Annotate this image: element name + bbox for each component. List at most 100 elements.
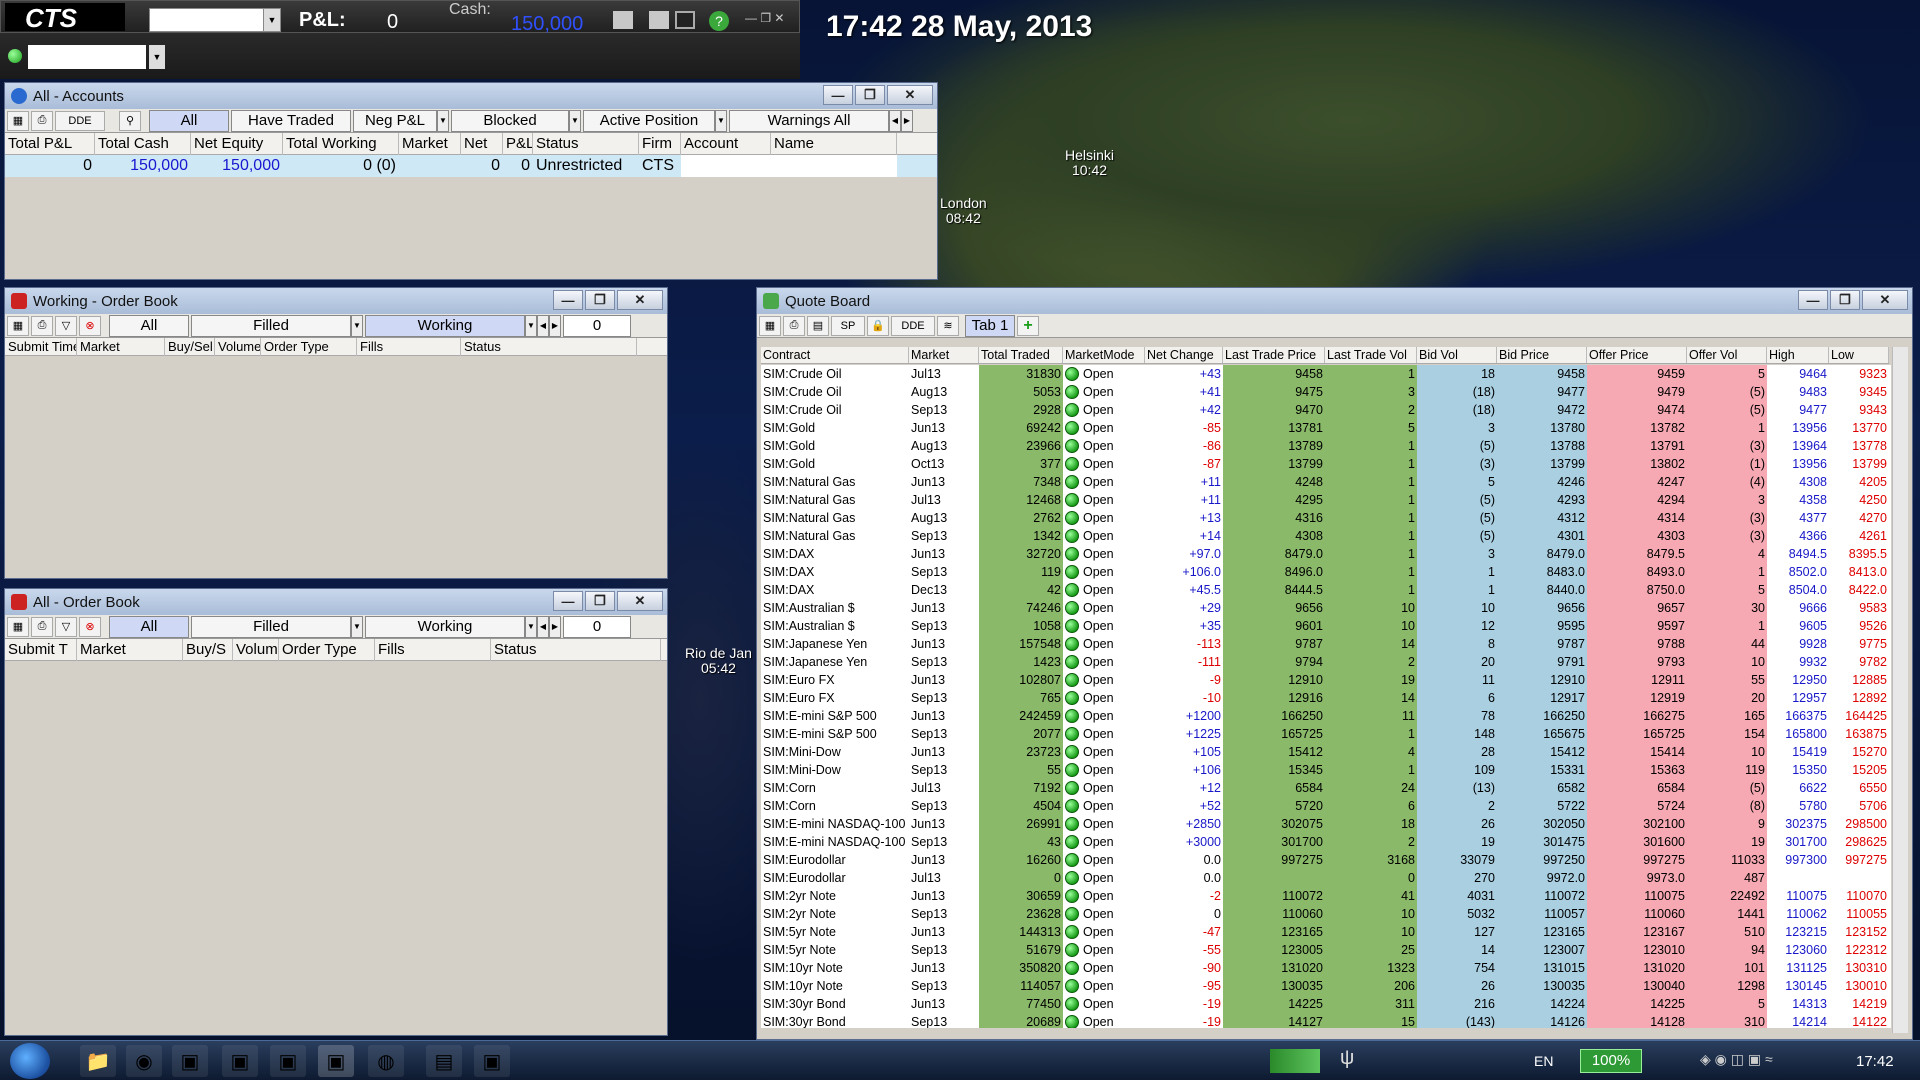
quote-row[interactable]: SIM:30yr Bond Sep13 20689 Open -19 14127 15 (14… bbox=[761, 1013, 1891, 1028]
quote-row[interactable]: SIM:Australian $ Jun13 74246 Open +29 9656 10 1… bbox=[761, 599, 1891, 617]
binoculars-icon[interactable]: ⚲ bbox=[119, 110, 141, 131]
tab-1[interactable]: Tab 1 bbox=[965, 314, 1015, 337]
tray-icons[interactable]: ◈ ◉ ◫ ▣ ≈ bbox=[1700, 1051, 1773, 1068]
layout-icon[interactable]: ▦ bbox=[759, 315, 781, 336]
dde-button[interactable]: DDE bbox=[891, 315, 935, 336]
quote-row[interactable]: SIM:10yr Note Sep13 114057 Open -95 130035 206… bbox=[761, 977, 1891, 995]
scroll-right-icon[interactable]: ▶ bbox=[549, 615, 561, 638]
col-market[interactable]: Market bbox=[77, 638, 183, 661]
working-dropdown[interactable]: ▼ bbox=[525, 615, 537, 638]
quote-row[interactable]: SIM:Crude Oil Aug13 5053 Open +41 9475 3 (18) 94… bbox=[761, 383, 1891, 401]
start-button[interactable] bbox=[10, 1043, 50, 1079]
col-low[interactable]: Low bbox=[1829, 347, 1889, 363]
quote-row[interactable]: SIM:Eurodollar Jun13 16260 Open 0.0 997275 316… bbox=[761, 851, 1891, 869]
quote-row[interactable]: SIM:Crude Oil Sep13 2928 Open +42 9470 2 (18) 94… bbox=[761, 401, 1891, 419]
print-icon[interactable]: ⎙ bbox=[31, 315, 53, 336]
quote-row[interactable]: SIM:Mini-Dow Jun13 23723 Open +105 15412 4 28 15… bbox=[761, 743, 1891, 761]
quote-row[interactable]: SIM:Euro FX Sep13 765 Open -10 12916 14 6 12917 1… bbox=[761, 689, 1891, 707]
quote-row[interactable]: SIM:E-mini NASDAQ-100 Jun13 26991 Open +2850… bbox=[761, 815, 1891, 833]
maximize-button[interactable]: ❐ bbox=[585, 591, 615, 611]
col-last-trade-vol[interactable]: Last Trade Vol bbox=[1325, 347, 1417, 363]
active-position-dropdown[interactable]: ▼ bbox=[715, 109, 727, 132]
quote-row[interactable]: SIM:DAX Dec13 42 Open +45.5 8444.5 1 1 8440.0 875… bbox=[761, 581, 1891, 599]
dde-button[interactable]: DDE bbox=[55, 110, 105, 131]
symbol-input[interactable] bbox=[28, 45, 146, 69]
battery-indicator[interactable]: 100% bbox=[1580, 1049, 1642, 1073]
window-controls[interactable]: — ❐ ✕ bbox=[745, 11, 784, 25]
minimize-button[interactable]: — bbox=[553, 591, 583, 611]
maximize-button[interactable]: ❐ bbox=[585, 290, 615, 310]
print-icon[interactable]: ⎙ bbox=[31, 616, 53, 637]
col-net-change[interactable]: Net Change bbox=[1145, 347, 1223, 363]
col-market-mode[interactable]: MarketMode bbox=[1063, 347, 1145, 363]
minimize-button[interactable]: — bbox=[1798, 290, 1828, 310]
col-net-equity[interactable]: Net Equity bbox=[191, 132, 283, 155]
col-order-type[interactable]: Order Type bbox=[279, 638, 375, 661]
quote-row[interactable]: SIM:2yr Note Jun13 30659 Open -2 110072 41 4031… bbox=[761, 887, 1891, 905]
tab-warnings-all[interactable]: Warnings All bbox=[729, 109, 889, 132]
tab-have-traded[interactable]: Have Traded bbox=[231, 109, 351, 132]
quote-row[interactable]: SIM:E-mini NASDAQ-100 Sep13 43 Open +3000 301… bbox=[761, 833, 1891, 851]
col-offer-price[interactable]: Offer Price bbox=[1587, 347, 1687, 363]
tab-blocked[interactable]: Blocked bbox=[451, 109, 569, 132]
quote-row[interactable]: SIM:Natural Gas Jul13 12468 Open +11 4295 1 (5)… bbox=[761, 491, 1891, 509]
close-button[interactable]: ✕ bbox=[887, 85, 933, 105]
layout-icon[interactable]: ▦ bbox=[7, 616, 29, 637]
quote-row[interactable]: SIM:30yr Bond Jun13 77450 Open -19 14225 311 21… bbox=[761, 995, 1891, 1013]
filter-icon[interactable]: ▽ bbox=[55, 315, 77, 336]
cancel-all-icon[interactable]: ⊗ bbox=[79, 315, 101, 336]
col-bid-price[interactable]: Bid Price bbox=[1497, 347, 1587, 363]
quote-row[interactable]: SIM:E-mini S&P 500 Jun13 242459 Open +1200 16… bbox=[761, 707, 1891, 725]
print-icon[interactable]: ⎙ bbox=[31, 110, 53, 131]
account-select-dropdown[interactable]: ▼ bbox=[263, 8, 281, 32]
tab-neg-pl[interactable]: Neg P&L bbox=[353, 109, 437, 132]
close-button[interactable]: ✕ bbox=[1862, 290, 1908, 310]
tab-all[interactable]: All bbox=[149, 109, 229, 132]
add-tab-icon[interactable]: + bbox=[1017, 315, 1039, 336]
cts-app-icon[interactable]: ▣ bbox=[318, 1045, 354, 1077]
close-button[interactable]: ✕ bbox=[617, 290, 663, 310]
quote-row[interactable]: SIM:Mini-Dow Sep13 55 Open +106 15345 1 109 1533… bbox=[761, 761, 1891, 779]
layout-icon[interactable]: ▦ bbox=[7, 110, 29, 131]
col-fills[interactable]: Fills bbox=[357, 337, 461, 356]
quote-row[interactable]: SIM:Gold Jun13 69242 Open -85 13781 5 3 13780 137… bbox=[761, 419, 1891, 437]
app-icon[interactable]: ▣ bbox=[474, 1045, 510, 1077]
tab-working[interactable]: Working bbox=[365, 314, 525, 337]
scroll-left-icon[interactable]: ◀ bbox=[537, 314, 549, 337]
globe-icon[interactable]: ◍ bbox=[368, 1045, 404, 1077]
col-market[interactable]: Market bbox=[77, 337, 165, 356]
scroll-left-icon[interactable]: ◀ bbox=[537, 615, 549, 638]
layout-icon[interactable]: ▦ bbox=[7, 315, 29, 336]
blocked-dropdown[interactable]: ▼ bbox=[569, 109, 581, 132]
quote-row[interactable]: SIM:Natural Gas Jun13 7348 Open +11 4248 1 5 424… bbox=[761, 473, 1891, 491]
col-total-pl[interactable]: Total P&L bbox=[5, 132, 95, 155]
quote-row[interactable]: SIM:Corn Sep13 4504 Open +52 5720 6 2 5722 5724 (8… bbox=[761, 797, 1891, 815]
tab-all[interactable]: All bbox=[109, 314, 189, 337]
col-buy-sell[interactable]: Buy/Sel bbox=[165, 337, 215, 356]
filled-dropdown[interactable]: ▼ bbox=[351, 615, 363, 638]
account-select[interactable] bbox=[149, 8, 269, 32]
tab-all[interactable]: All bbox=[109, 615, 189, 638]
lock-icon[interactable]: 🔒 bbox=[867, 315, 889, 336]
app-icon[interactable]: ▣ bbox=[270, 1045, 306, 1077]
quote-row[interactable]: SIM:Japanese Yen Sep13 1423 Open -111 9794 2 20… bbox=[761, 653, 1891, 671]
chrome-icon[interactable]: ◉ bbox=[126, 1045, 162, 1077]
quote-row[interactable]: SIM:Gold Oct13 377 Open -87 13799 1 (3) 13799 138… bbox=[761, 455, 1891, 473]
scroll-right-icon[interactable]: ▶ bbox=[549, 314, 561, 337]
app-icon[interactable]: ▣ bbox=[222, 1045, 258, 1077]
quote-row[interactable]: SIM:Natural Gas Aug13 2762 Open +13 4316 1 (5) 4… bbox=[761, 509, 1891, 527]
col-total-cash[interactable]: Total Cash bbox=[95, 132, 191, 155]
quote-row[interactable]: SIM:5yr Note Jun13 144313 Open -47 123165 10 12… bbox=[761, 923, 1891, 941]
scroll-left-icon[interactable]: ◀ bbox=[889, 109, 901, 132]
maximize-button[interactable]: ❐ bbox=[855, 85, 885, 105]
column-icon[interactable]: ▤ bbox=[807, 315, 829, 336]
col-order-type[interactable]: Order Type bbox=[261, 337, 357, 356]
col-market[interactable]: Market bbox=[909, 347, 979, 363]
quote-row[interactable]: SIM:Australian $ Sep13 1058 Open +35 9601 10 12… bbox=[761, 617, 1891, 635]
quote-row[interactable]: SIM:5yr Note Sep13 51679 Open -55 123005 25 14 1… bbox=[761, 941, 1891, 959]
cancel-all-icon[interactable]: ⊗ bbox=[79, 616, 101, 637]
quote-row[interactable]: SIM:Japanese Yen Jun13 157548 Open -113 9787 1… bbox=[761, 635, 1891, 653]
col-offer-vol[interactable]: Offer Vol bbox=[1687, 347, 1767, 363]
scroll-right-icon[interactable]: ▶ bbox=[901, 109, 913, 132]
col-fills[interactable]: Fills bbox=[375, 638, 491, 661]
